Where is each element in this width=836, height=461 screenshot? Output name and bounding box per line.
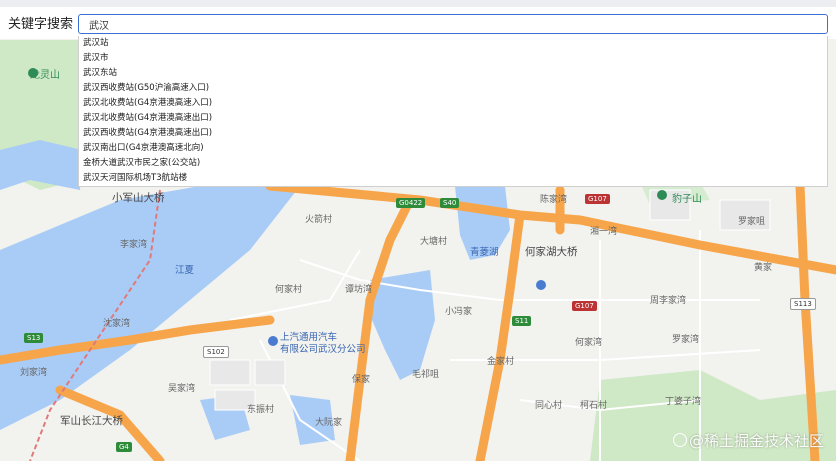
label-shenjiawan: 沈家湾 <box>103 319 131 329</box>
label-huangjiawan: 吴家湾 <box>168 384 196 394</box>
shield-s11: S11 <box>512 316 532 326</box>
label-luojiawan: 罗家湾 <box>672 335 700 345</box>
label-baoshan: 保家 <box>352 375 371 385</box>
label-huanggang: 黄家 <box>754 263 773 273</box>
label-hongtudi: 毛祁咀 <box>412 370 440 380</box>
shield-g0422: G0422 <box>396 198 426 208</box>
label-zhoulijiawan: 周李家湾 <box>650 296 687 306</box>
label-tongxincun: 同心村 <box>535 401 563 411</box>
shield-s40: S40 <box>440 198 460 208</box>
watermark: @稀土掘金技术社区 <box>672 430 824 451</box>
juejin-logo-icon <box>672 433 687 447</box>
location-pin-icon[interactable] <box>536 280 546 290</box>
label-hejiahu-bridge: 何家湖大桥 <box>525 246 578 258</box>
suggestion-item[interactable]: 金桥大道武汉市民之家(公交站) <box>79 156 827 171</box>
suggestion-item[interactable]: 武汉北收费站(G4京港澳高速出口) <box>79 111 827 126</box>
suggestion-item[interactable]: 武汉站 <box>79 36 827 51</box>
search-label: 关键字搜索 <box>8 17 74 32</box>
suggestion-item[interactable]: 武汉市 <box>79 51 827 66</box>
suggestion-item[interactable]: 武汉天河国际机场T3航站楼 <box>79 171 827 186</box>
suggestion-item[interactable]: 武汉北收费站(G4京港澳高速入口) <box>79 96 827 111</box>
search-input[interactable] <box>78 14 828 34</box>
label-lijiawan: 李家湾 <box>120 240 148 250</box>
shield-s13: S13 <box>24 333 44 343</box>
label-hejiacun: 何家村 <box>275 285 303 295</box>
shield-g107-south: G107 <box>572 301 597 311</box>
shield-g4: G4 <box>116 442 132 452</box>
label-hejiawan: 何家湾 <box>575 338 603 348</box>
suggestion-item[interactable]: 武汉东站 <box>79 66 827 81</box>
park-icon[interactable] <box>28 68 38 78</box>
label-xiaoduanjia: 小冯家 <box>445 307 473 317</box>
label-kexincun: 柯石村 <box>580 401 608 411</box>
top-strip <box>0 0 836 7</box>
label-huojiacun: 火箭村 <box>305 215 333 225</box>
label-baozishan: 豹子山 <box>672 194 702 205</box>
label-tanfangwan: 谭坊湾 <box>345 285 373 295</box>
label-saic: 上汽通用汽车 有限公司武汉分公司 <box>280 332 366 355</box>
suggestion-item[interactable]: 武汉西收费站(G50沪渝高速入口) <box>79 81 827 96</box>
park-icon[interactable] <box>657 190 667 200</box>
label-luojiazui: 罗家咀 <box>738 217 766 227</box>
search-suggestions: 武汉站 武汉市 武汉东站 武汉西收费站(G50沪渝高速入口) 武汉北收费站(G4… <box>78 36 828 187</box>
shield-g107-north: G107 <box>585 194 610 204</box>
suggestion-item[interactable]: 武汉南出口(G4京港澳高速北向) <box>79 141 827 156</box>
watermark-text: @稀土掘金技术社区 <box>688 432 824 450</box>
label-dabeicun: 大塘村 <box>420 237 448 247</box>
suggestion-item[interactable]: 武汉西收费站(G4京港澳高速出口) <box>79 126 827 141</box>
label-xiangyi: 湘一湾 <box>590 227 618 237</box>
label-liujiawan: 刘家湾 <box>20 368 48 378</box>
label-qingling-lake: 青菱湖 <box>470 247 499 258</box>
label-dongzhencun: 东振村 <box>247 405 275 415</box>
company-pin-icon[interactable] <box>268 336 278 346</box>
shield-s102: S102 <box>203 346 229 358</box>
label-jiang: 江夏 <box>175 265 195 276</box>
search-bar: 关键字搜索 <box>0 7 836 39</box>
label-junshan-bridge: 军山长江大桥 <box>60 415 123 427</box>
label-xiaojunshan-bridge: 小军山大桥 <box>112 192 165 204</box>
label-dingjiawan: 丁婆子湾 <box>665 397 702 407</box>
shield-s113: S113 <box>790 298 816 310</box>
label-daruanjia: 大阮家 <box>315 418 343 428</box>
label-dongjia: 金家村 <box>487 357 515 367</box>
label-chengxiang: 陈家湾 <box>540 195 568 205</box>
